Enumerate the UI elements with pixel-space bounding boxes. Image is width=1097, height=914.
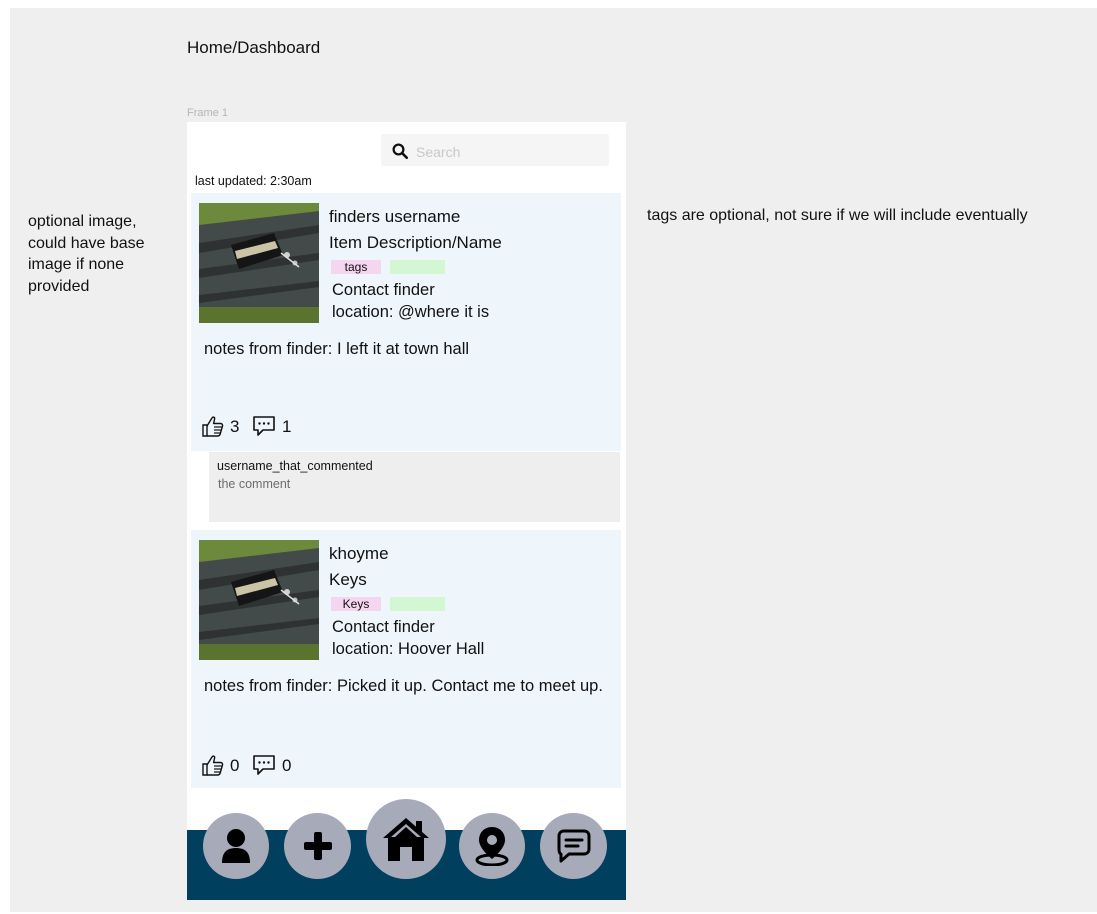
- finder-username[interactable]: finders username: [329, 207, 460, 227]
- tag-badge-empty: [390, 260, 445, 274]
- tag-badge: Keys: [331, 597, 381, 611]
- post-card[interactable]: khoyme Keys Keys Contact finder location…: [191, 530, 621, 788]
- nav-profile-button[interactable]: [203, 813, 269, 879]
- like-count: 3: [230, 417, 240, 436]
- location-text: location: Hoover Hall: [332, 640, 485, 658]
- frame-label: Frame 1: [187, 107, 228, 119]
- comment-username[interactable]: username_that_commented: [217, 459, 373, 473]
- post-card[interactable]: finders username Item Description/Name t…: [191, 193, 621, 451]
- home-icon: [383, 818, 429, 861]
- item-name: Item Description/Name: [329, 233, 502, 252]
- finder-notes: notes from finder: Picked it up. Contact…: [204, 677, 603, 695]
- nav-home-button[interactable]: [366, 799, 446, 879]
- comment-icon[interactable]: [252, 414, 276, 438]
- chat-icon: [557, 829, 590, 863]
- comment-count: 0: [282, 756, 292, 775]
- search-placeholder: Search: [416, 144, 461, 160]
- like-count: 0: [230, 756, 240, 775]
- comment-text: the comment: [218, 477, 291, 491]
- item-photo: [199, 540, 319, 660]
- comment-item[interactable]: username_that_commented the comment: [209, 452, 620, 522]
- comment-icon[interactable]: [252, 753, 276, 777]
- phone-frame: Search last updated: 2:30am finders user…: [187, 122, 626, 900]
- tag-badge-empty: [390, 597, 445, 611]
- thumbs-up-icon[interactable]: [201, 753, 225, 777]
- annotation-tags-note: tags are optional, not sure if we will i…: [647, 207, 1028, 224]
- comment-count: 1: [282, 417, 292, 436]
- item-photo: [199, 203, 319, 323]
- finder-username[interactable]: khoyme: [329, 544, 389, 564]
- contact-finder-link[interactable]: Contact finder: [332, 618, 435, 637]
- finder-notes: notes from finder: I left it at town hal…: [204, 340, 470, 358]
- search-input[interactable]: Search: [381, 134, 609, 166]
- nav-messages-button[interactable]: [540, 813, 607, 879]
- item-name: Keys: [329, 570, 367, 589]
- page-title: Home/Dashboard: [187, 38, 321, 57]
- search-icon: [392, 143, 409, 160]
- nav-add-button[interactable]: [284, 813, 351, 879]
- contact-finder-link[interactable]: Contact finder: [332, 281, 435, 300]
- map-pin-icon: [475, 827, 509, 866]
- nav-map-button[interactable]: [459, 813, 525, 879]
- thumbs-up-icon[interactable]: [201, 414, 225, 438]
- location-text: location: @where it is: [332, 303, 490, 321]
- annotation-image-note: optional image, could have base image if…: [28, 213, 145, 295]
- last-updated-text: last updated: 2:30am: [195, 174, 312, 188]
- plus-icon: [303, 832, 332, 860]
- profile-icon: [222, 829, 250, 863]
- tag-badge: tags: [331, 260, 381, 274]
